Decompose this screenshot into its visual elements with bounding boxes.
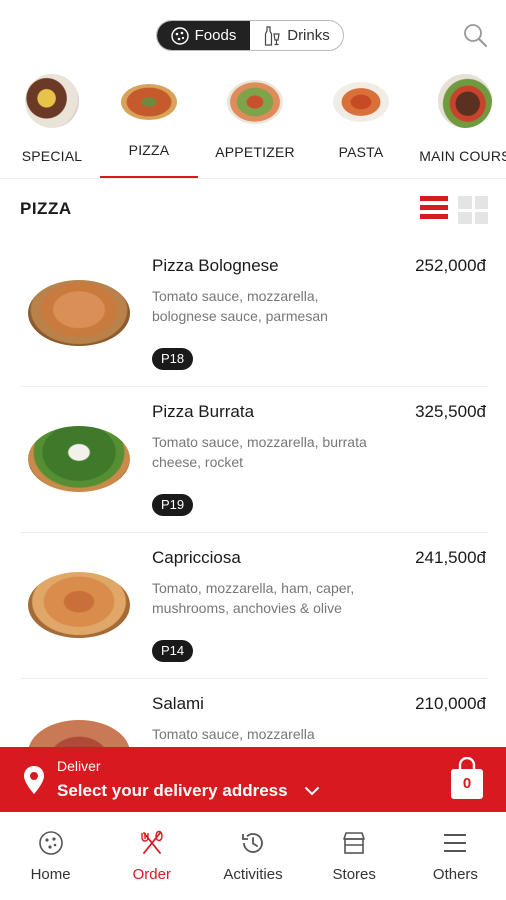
pizza-dish-image <box>121 84 177 120</box>
pizza-icon <box>170 26 189 45</box>
product-code-badge: P14 <box>152 640 194 662</box>
product-description: Tomato sauce, mozzarella <box>152 726 315 742</box>
appetizer-dish-image <box>227 80 283 124</box>
deliver-label: Deliver <box>57 758 101 774</box>
category-pasta[interactable]: PASTA <box>306 72 416 160</box>
product-code-badge: P18 <box>152 348 194 370</box>
main-course-dish-image <box>438 74 492 128</box>
tab-foods[interactable]: Foods <box>157 21 250 50</box>
pasta-dish-image <box>333 82 389 122</box>
product-description: Tomato, mozzarella, ham, caper, mushroom… <box>152 580 355 616</box>
product-item[interactable]: Pizza Bolognese 252,000đ Tomato sauce, m… <box>0 256 506 402</box>
special-dish-image <box>25 74 79 128</box>
nav-stores[interactable]: Stores <box>304 812 405 900</box>
nav-label: Stores <box>332 866 376 883</box>
product-image <box>28 426 130 492</box>
tab-foods-label: Foods <box>194 27 237 44</box>
nav-order[interactable]: Order <box>101 812 202 900</box>
search-icon[interactable] <box>462 22 488 48</box>
divider <box>20 532 488 533</box>
cart-count: 0 <box>462 775 472 792</box>
product-code-badge: P19 <box>152 494 194 516</box>
store-icon <box>343 832 366 854</box>
category-pizza[interactable]: PIZZA <box>94 72 204 158</box>
list-view-icon[interactable] <box>420 196 448 224</box>
divider <box>20 386 488 387</box>
product-image <box>28 572 130 638</box>
nav-label: Order <box>132 866 171 883</box>
menu-icon <box>444 834 467 852</box>
tab-drinks-label: Drinks <box>287 27 330 44</box>
bottle-glass-icon <box>265 25 280 46</box>
tab-drinks[interactable]: Drinks <box>250 21 343 50</box>
category-label: SPECIAL <box>21 148 83 164</box>
product-price: 241,500đ <box>415 548 486 567</box>
product-item[interactable]: Capricciosa 241,500đ Tomato, mozzarella,… <box>0 548 506 694</box>
bottom-navigation: Home Order Activities Stores Others <box>0 812 506 900</box>
fork-knife-icon <box>141 830 163 854</box>
nav-label: Home <box>30 866 71 883</box>
product-description: Tomato sauce, mozzarella, burrata cheese… <box>152 434 367 470</box>
category-label: APPETIZER <box>215 144 295 160</box>
chevron-down-icon <box>304 787 319 796</box>
category-main-course[interactable]: MAIN COURS <box>410 72 506 164</box>
product-name: Salami <box>152 694 204 713</box>
category-special[interactable]: SPECIAL <box>0 72 107 164</box>
product-name: Pizza Burrata <box>152 402 255 421</box>
divider <box>20 678 488 679</box>
product-name: Pizza Bolognese <box>152 256 279 275</box>
nav-label: Others <box>432 866 478 883</box>
category-label: MAIN COURS <box>419 148 506 164</box>
section-title: PIZZA <box>20 199 72 218</box>
divider <box>0 178 506 179</box>
delivery-address-text: Select your delivery address <box>57 781 288 800</box>
category-appetizer[interactable]: APPETIZER <box>200 72 310 160</box>
cart-button[interactable]: 0 <box>448 756 486 801</box>
nav-others[interactable]: Others <box>405 812 506 900</box>
category-label: PIZZA <box>128 142 170 158</box>
delivery-address-select[interactable]: Select your delivery address <box>57 781 320 801</box>
product-price: 252,000đ <box>415 256 486 275</box>
food-drink-toggle: Foods Drinks <box>156 20 344 51</box>
nav-label: Activities <box>223 866 283 883</box>
nav-home[interactable]: Home <box>0 812 101 900</box>
grid-view-icon[interactable] <box>458 196 488 224</box>
nav-activities[interactable]: Activities <box>202 812 303 900</box>
product-description: Tomato sauce, mozzarella, bolognese sauc… <box>152 288 328 324</box>
category-row: SPECIAL PIZZA APPETIZER PASTA MAIN COURS <box>0 72 506 182</box>
pizza-icon <box>38 831 63 855</box>
product-price: 210,000đ <box>415 694 486 713</box>
history-icon <box>242 833 263 853</box>
category-label: PASTA <box>338 144 384 160</box>
product-image <box>28 280 130 346</box>
product-item[interactable]: Pizza Burrata 325,500đ Tomato sauce, moz… <box>0 402 506 548</box>
product-name: Capricciosa <box>152 548 241 567</box>
location-pin-icon <box>24 766 44 794</box>
delivery-address-bar[interactable]: Deliver Select your delivery address 0 <box>0 747 506 812</box>
product-price: 325,500đ <box>415 402 486 421</box>
